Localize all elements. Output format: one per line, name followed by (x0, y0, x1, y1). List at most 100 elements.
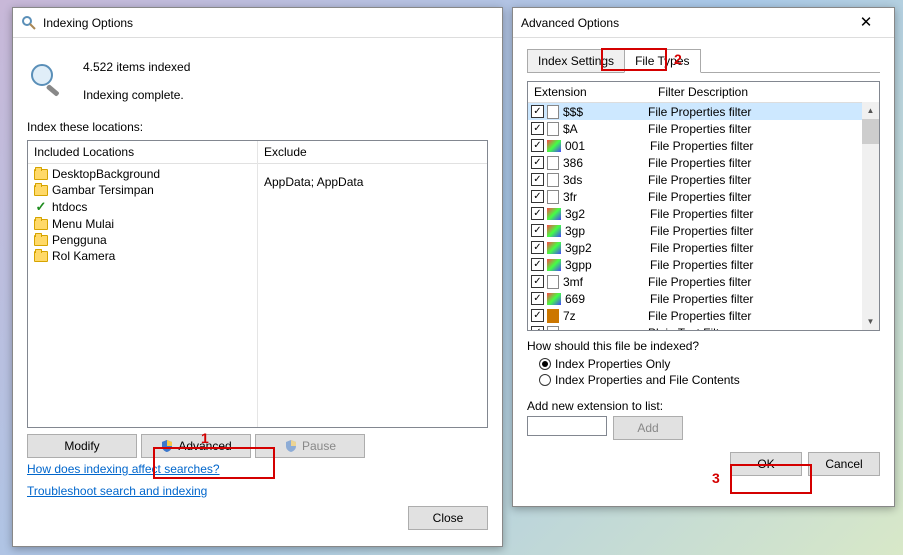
radio-properties-contents[interactable]: Index Properties and File Contents (539, 373, 880, 387)
table-row[interactable]: aPlain Text Filter (528, 324, 879, 330)
shield-icon (160, 439, 174, 453)
location-name: Pengguna (52, 233, 107, 247)
window-title: Indexing Options (43, 16, 494, 30)
file-type-icon (547, 309, 559, 323)
checkbox[interactable] (531, 105, 544, 118)
close-button[interactable]: Close (408, 506, 488, 530)
table-row[interactable]: $$$File Properties filter (528, 103, 879, 120)
scroll-up-icon[interactable]: ▲ (862, 102, 879, 119)
checkbox[interactable] (531, 190, 544, 203)
indexing-icon (21, 15, 37, 31)
table-row[interactable]: 3gpFile Properties filter (528, 222, 879, 239)
checkbox[interactable] (531, 275, 544, 288)
location-name: Menu Mulai (52, 217, 114, 231)
radio-icon[interactable] (539, 358, 551, 370)
filter-desc-cell: File Properties filter (648, 275, 876, 289)
file-type-icon (547, 208, 561, 220)
extension-cell: $A (563, 122, 648, 136)
folder-icon (34, 169, 48, 180)
checkbox[interactable] (531, 139, 544, 152)
folder-icon (34, 251, 48, 262)
file-type-icon (547, 293, 561, 305)
list-item[interactable]: Rol Kamera (28, 248, 257, 264)
location-name: htdocs (52, 200, 87, 214)
radio-properties-only[interactable]: Index Properties Only (539, 357, 880, 371)
table-row[interactable]: 7zFile Properties filter (528, 307, 879, 324)
table-row[interactable]: 386File Properties filter (528, 154, 879, 171)
filter-desc-header[interactable]: Filter Description (652, 82, 879, 102)
radio-label: Index Properties and File Contents (555, 373, 740, 387)
add-button[interactable]: Add (613, 416, 683, 440)
checkbox[interactable] (531, 292, 544, 305)
checkbox[interactable] (531, 224, 544, 237)
filter-desc-cell: File Properties filter (648, 309, 876, 323)
file-type-icon (547, 173, 559, 187)
table-row[interactable]: 3mfFile Properties filter (528, 273, 879, 290)
scroll-down-icon[interactable]: ▼ (862, 313, 879, 330)
filter-desc-cell: File Properties filter (650, 258, 876, 272)
extension-cell: 669 (565, 292, 650, 306)
advanced-button[interactable]: Advanced (141, 434, 251, 458)
included-header[interactable]: Included Locations (28, 141, 257, 164)
list-item[interactable]: Pengguna (28, 232, 257, 248)
add-extension-input[interactable] (527, 416, 607, 436)
file-type-icon (547, 242, 561, 254)
troubleshoot-link[interactable]: Troubleshoot search and indexing (27, 484, 207, 498)
extension-cell: 3gpp (565, 258, 650, 272)
modify-button[interactable]: Modify (27, 434, 137, 458)
tab-index-settings[interactable]: Index Settings (527, 49, 625, 73)
scrollbar[interactable]: ▲ ▼ (862, 102, 879, 330)
pause-label: Pause (302, 439, 336, 453)
table-row[interactable]: 3dsFile Properties filter (528, 171, 879, 188)
close-icon[interactable]: ✕ (846, 9, 886, 37)
extension-header[interactable]: Extension (528, 82, 652, 102)
checkbox[interactable] (531, 258, 544, 271)
locations-listbox[interactable]: Included Locations DesktopBackgroundGamb… (27, 140, 488, 428)
file-types-table[interactable]: Extension Filter Description $$$File Pro… (527, 81, 880, 331)
table-row[interactable]: 669File Properties filter (528, 290, 879, 307)
checkbox[interactable] (531, 122, 544, 135)
checkbox[interactable] (531, 326, 544, 330)
folder-icon (34, 185, 48, 196)
table-row[interactable]: 001File Properties filter (528, 137, 879, 154)
titlebar[interactable]: Advanced Options ✕ (513, 8, 894, 38)
extension-cell: 001 (565, 139, 650, 153)
radio-icon[interactable] (539, 374, 551, 386)
table-row[interactable]: 3frFile Properties filter (528, 188, 879, 205)
exclude-header[interactable]: Exclude (258, 141, 487, 164)
location-name: Rol Kamera (52, 249, 115, 263)
highlight-num-2: 2 (674, 51, 682, 67)
list-item[interactable]: Menu Mulai (28, 216, 257, 232)
checkbox[interactable] (531, 207, 544, 220)
location-name: DesktopBackground (52, 167, 160, 181)
table-row[interactable]: 3gppFile Properties filter (528, 256, 879, 273)
pause-button[interactable]: Pause (255, 434, 365, 458)
list-item[interactable]: Gambar Tersimpan (28, 182, 257, 198)
titlebar[interactable]: Indexing Options (13, 8, 502, 38)
checkbox[interactable] (531, 173, 544, 186)
how-indexing-link[interactable]: How does indexing affect searches? (27, 462, 220, 476)
magnifier-icon (27, 60, 67, 100)
checkbox[interactable] (531, 156, 544, 169)
list-item[interactable]: DesktopBackground (28, 166, 257, 182)
cancel-button[interactable]: Cancel (808, 452, 880, 476)
scroll-thumb[interactable] (862, 119, 879, 144)
file-type-icon (547, 140, 561, 152)
extension-cell: a (563, 326, 648, 331)
table-row[interactable]: $AFile Properties filter (528, 120, 879, 137)
filter-desc-cell: File Properties filter (650, 241, 876, 255)
checkbox[interactable] (531, 241, 544, 254)
ok-button[interactable]: OK (730, 452, 802, 476)
table-row[interactable]: 3g2File Properties filter (528, 205, 879, 222)
checkbox[interactable] (531, 309, 544, 322)
list-item[interactable] (258, 190, 487, 192)
filter-desc-cell: File Properties filter (650, 292, 876, 306)
folder-icon (34, 235, 48, 246)
list-item[interactable]: ✓htdocs (28, 198, 257, 216)
highlight-num-1: 1 (201, 430, 209, 446)
extension-cell: 3g2 (565, 207, 650, 221)
extension-cell: $$$ (563, 105, 648, 119)
tab-file-types[interactable]: File Types (624, 49, 700, 73)
table-row[interactable]: 3gp2File Properties filter (528, 239, 879, 256)
list-item[interactable]: AppData; AppData (258, 174, 487, 190)
